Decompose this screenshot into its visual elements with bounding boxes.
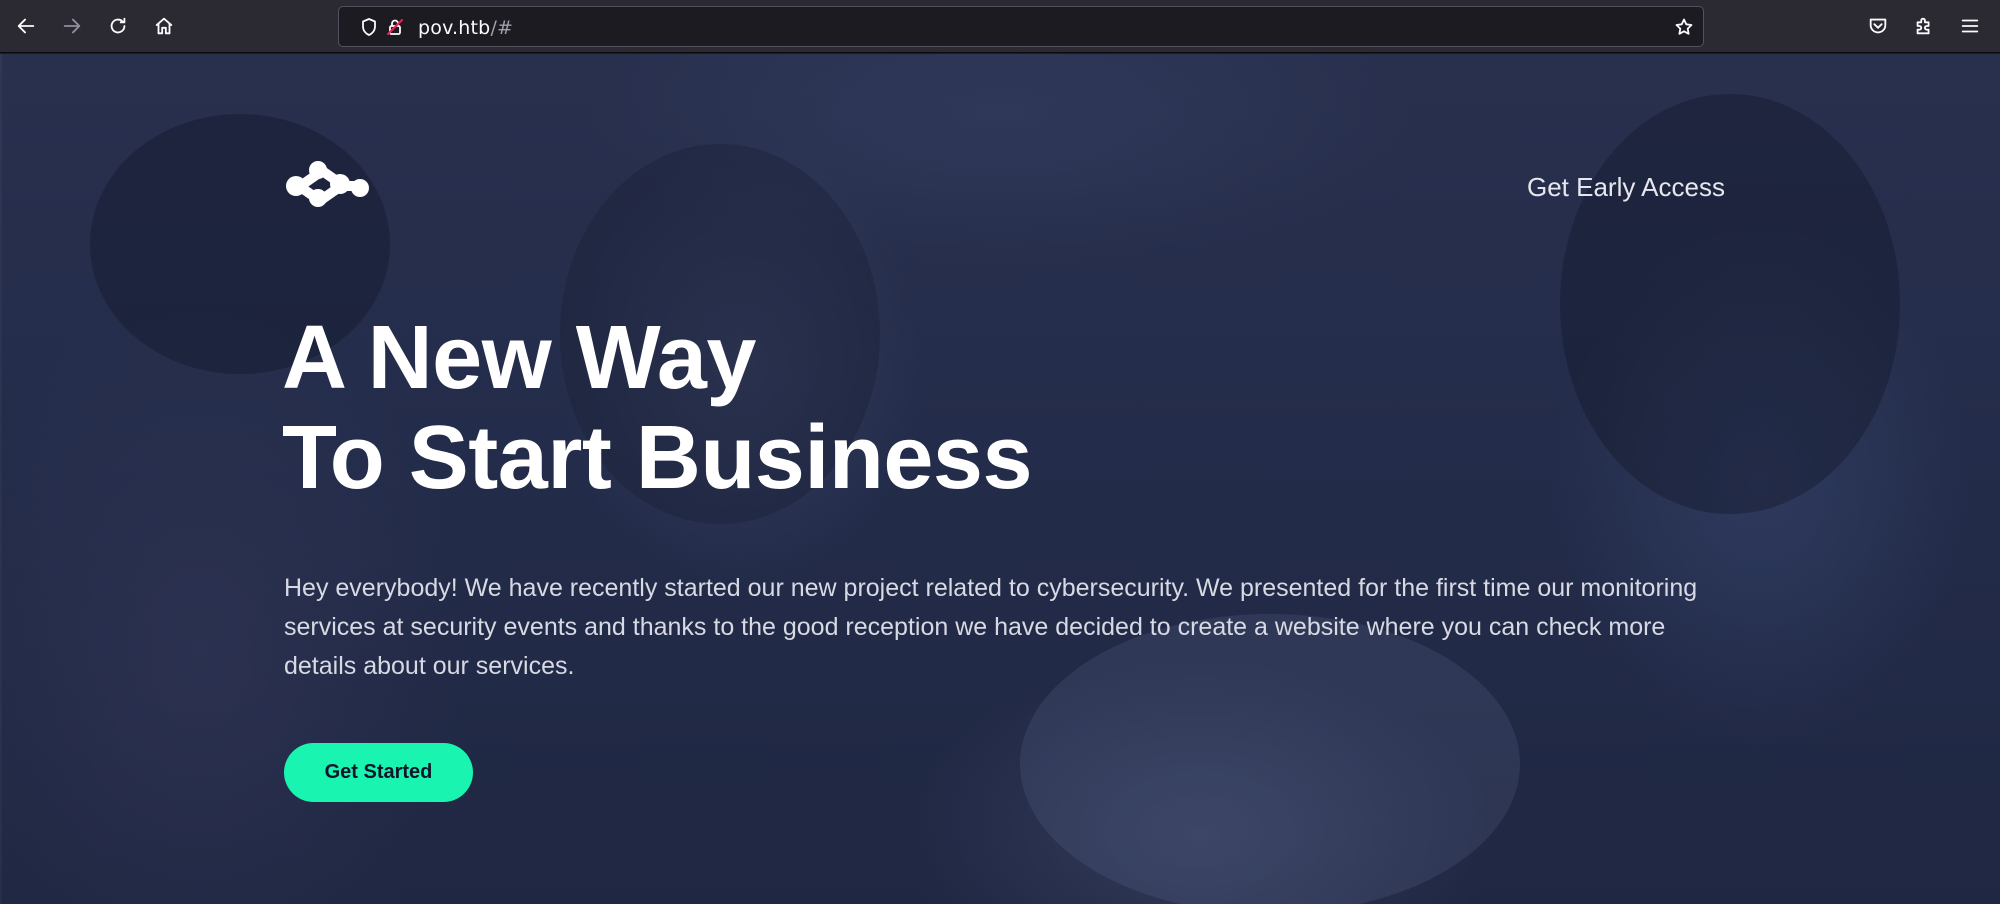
tracking-shield-icon[interactable] [359,17,379,37]
star-icon[interactable] [1674,17,1694,37]
puzzle-icon [1916,17,1930,35]
reload-icon [110,17,126,34]
back-button[interactable] [10,10,42,42]
hero-title-line-1: A New Way [282,308,756,408]
background-photo-shape [1560,94,1900,514]
hero-title-line-2: To Start Business [282,408,1033,508]
company-logo[interactable] [284,158,372,210]
reload-button[interactable] [102,10,134,42]
home-button[interactable] [148,10,180,42]
get-started-button[interactable]: Get Started [284,743,473,802]
arrow-right-icon [63,18,81,34]
pocket-icon [1869,18,1887,34]
url-text[interactable]: pov.htb/# [418,17,513,39]
get-early-access-link[interactable]: Get Early Access [1527,172,1725,203]
browser-toolbar: pov.htb/# [0,0,2000,53]
menu-button[interactable] [1954,10,1986,42]
pocket-button[interactable] [1862,10,1894,42]
forward-button[interactable] [56,10,88,42]
hero-title: A New Way To Start Business [282,308,1282,508]
extensions-button[interactable] [1908,10,1940,42]
home-icon [155,17,173,35]
insecure-lock-icon[interactable] [385,17,405,37]
arrow-left-icon [17,18,35,34]
hero-description: Hey everybody! We have recently started … [284,574,1698,680]
address-bar[interactable]: pov.htb/# [338,6,1704,47]
hero-section: Get Early Access A New Way To Start Busi… [0,54,2000,904]
hamburger-menu-icon [1961,19,1979,33]
